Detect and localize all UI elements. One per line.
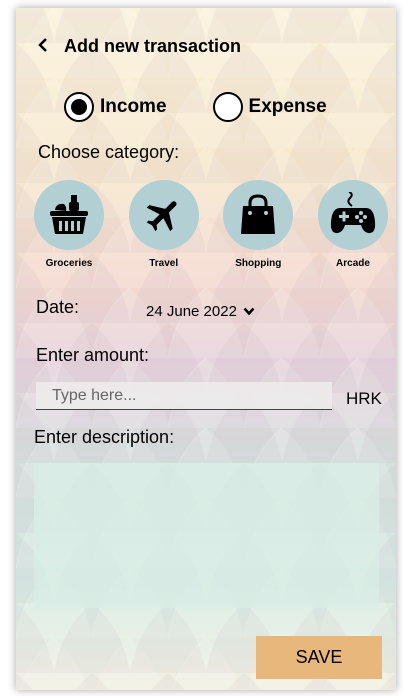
date-value: 24 June 2022: [146, 303, 237, 320]
category-list: Groceries Travel Shopping Arcade: [32, 180, 390, 269]
chevron-left-icon: [38, 38, 47, 52]
airplane-icon: [146, 201, 177, 232]
expense-label: Expense: [248, 96, 327, 117]
category-label: Travel: [149, 258, 179, 269]
amount-label: Enter amount:: [36, 345, 150, 365]
category-label: Arcade: [336, 258, 370, 269]
currency-label: HRK: [346, 389, 382, 408]
date-label: Date:: [36, 297, 80, 317]
basket-icon: [50, 195, 88, 234]
gamepad-icon: [330, 192, 376, 234]
description-label: Enter description:: [34, 427, 175, 447]
income-radio[interactable]: Income: [64, 92, 167, 122]
category-travel[interactable]: Travel: [127, 180, 201, 269]
radio-unselected-icon: [212, 92, 243, 122]
category-groceries[interactable]: Groceries: [32, 180, 106, 269]
page-title: Add new transaction: [64, 36, 242, 56]
category-arcade[interactable]: Arcade: [316, 180, 390, 269]
category-heading: Choose category:: [38, 142, 180, 162]
app-screen: Add new transaction Income Expense Choos…: [16, 8, 396, 690]
expense-radio[interactable]: Expense: [212, 92, 327, 122]
shopping-bag-icon: [241, 194, 276, 234]
radio-selected-icon: [64, 92, 94, 122]
description-input[interactable]: [34, 463, 379, 608]
transaction-type-selector: Income Expense: [64, 92, 327, 122]
header: Add new transaction: [38, 36, 241, 57]
category-shopping[interactable]: Shopping: [221, 180, 295, 269]
income-label: Income: [100, 96, 167, 117]
back-button[interactable]: [38, 36, 48, 57]
category-label: Groceries: [45, 258, 93, 269]
amount-input[interactable]: [36, 382, 332, 410]
date-dropdown[interactable]: 24 June 2022: [146, 303, 255, 320]
save-button[interactable]: SAVE: [256, 636, 382, 679]
category-label: Shopping: [235, 258, 282, 269]
chevron-down-icon: [243, 307, 255, 316]
